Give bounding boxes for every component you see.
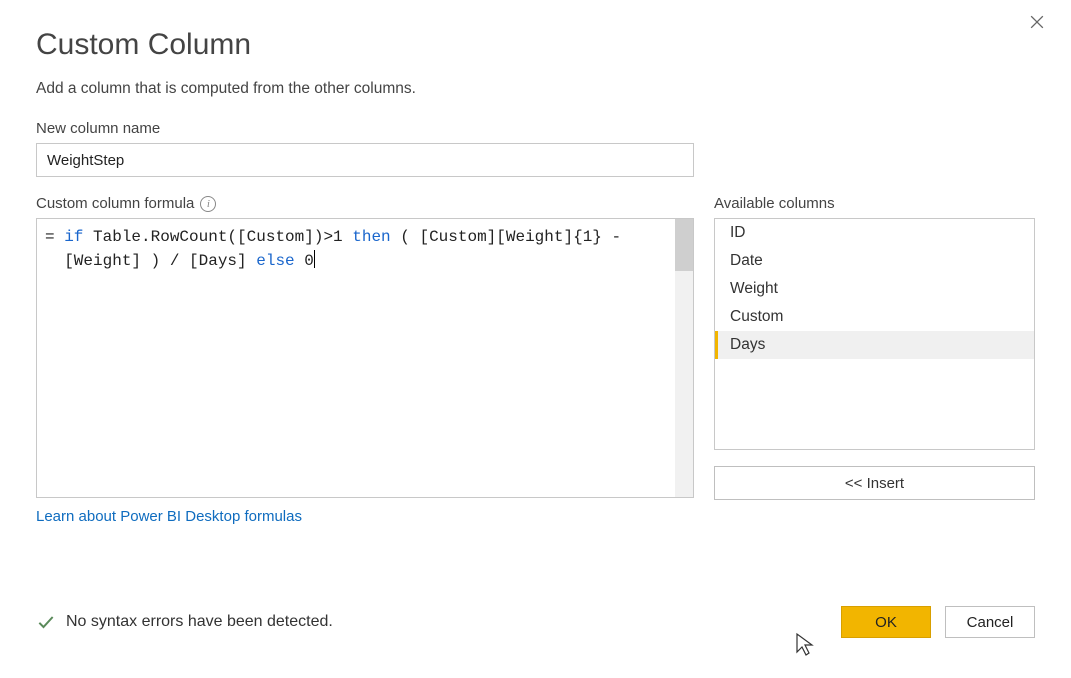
close-icon xyxy=(1027,12,1047,32)
check-icon xyxy=(36,612,56,632)
close-button[interactable] xyxy=(1027,12,1055,40)
info-icon[interactable]: i xyxy=(200,196,216,212)
available-column-item[interactable]: ID xyxy=(715,219,1034,247)
available-columns-label: Available columns xyxy=(714,195,1035,212)
status-text: No syntax errors have been detected. xyxy=(66,613,333,631)
formula-text: = if Table.RowCount([Custom])>1 then ( [… xyxy=(45,225,671,273)
dialog-subtitle: Add a column that is computed from the o… xyxy=(36,80,1035,98)
available-column-item[interactable]: Date xyxy=(715,247,1034,275)
text-caret xyxy=(314,250,316,268)
status-bar: No syntax errors have been detected. xyxy=(36,612,333,632)
cancel-button[interactable]: Cancel xyxy=(945,606,1035,638)
formula-label: Custom column formula i xyxy=(36,195,694,212)
available-columns-list[interactable]: ID Date Weight Custom Days xyxy=(714,218,1035,450)
formula-scrollbar-track[interactable] xyxy=(675,219,693,497)
formula-editor[interactable]: = if Table.RowCount([Custom])>1 then ( [… xyxy=(36,218,694,498)
new-column-name-label: New column name xyxy=(36,120,1035,137)
learn-formulas-link[interactable]: Learn about Power BI Desktop formulas xyxy=(36,508,302,525)
formula-scrollbar-thumb[interactable] xyxy=(675,219,693,271)
formula-label-text: Custom column formula xyxy=(36,195,194,212)
custom-column-dialog: Custom Column Add a column that is compu… xyxy=(0,0,1071,678)
available-column-item[interactable]: Days xyxy=(715,331,1034,359)
ok-button[interactable]: OK xyxy=(841,606,931,638)
new-column-name-input[interactable] xyxy=(36,143,694,177)
available-column-item[interactable]: Custom xyxy=(715,303,1034,331)
available-column-item[interactable]: Weight xyxy=(715,275,1034,303)
insert-button[interactable]: << Insert xyxy=(714,466,1035,500)
dialog-title: Custom Column xyxy=(36,28,1035,62)
